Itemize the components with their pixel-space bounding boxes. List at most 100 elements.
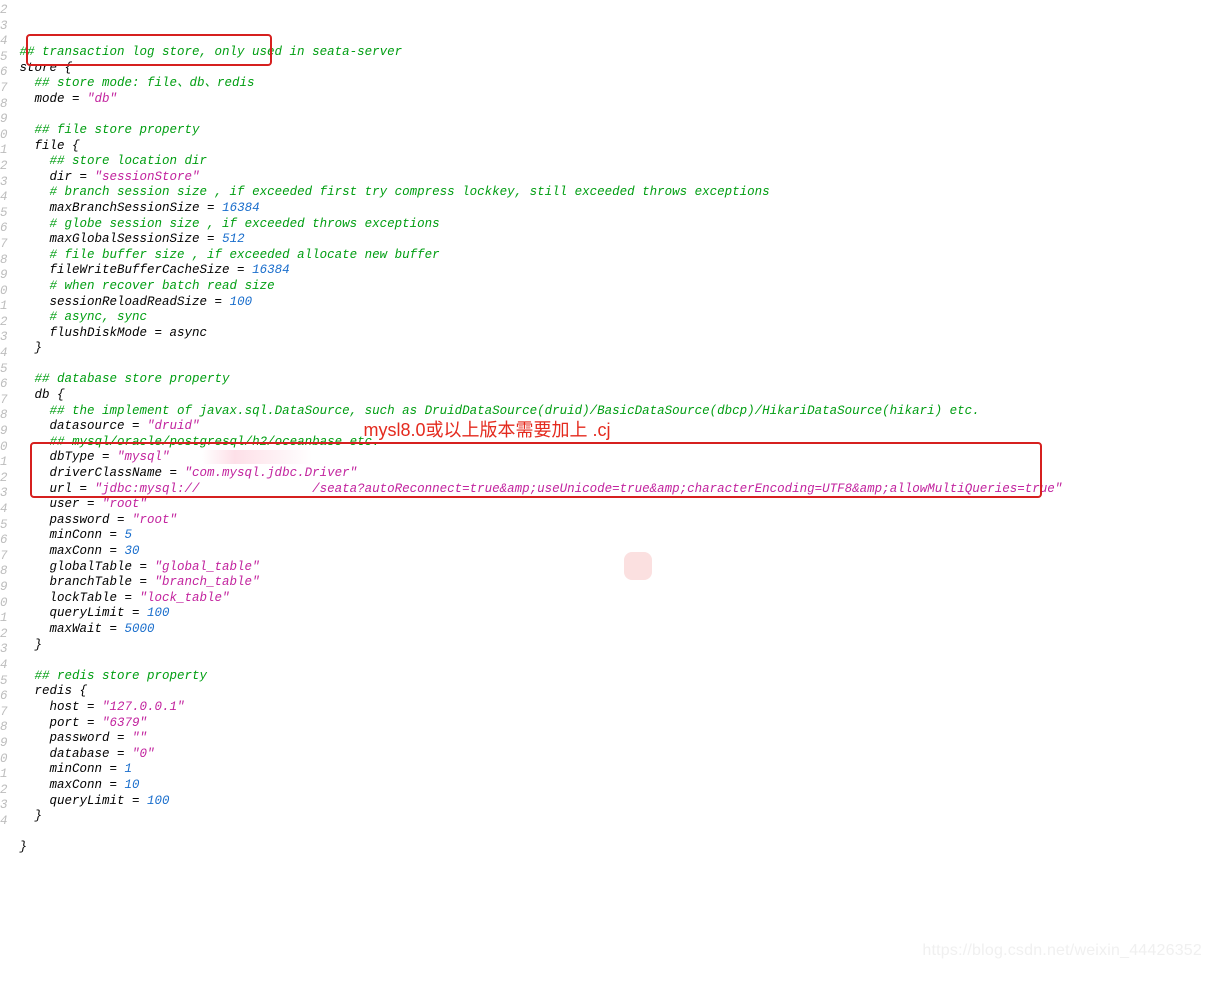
code-line: minConn = 1	[20, 762, 1220, 778]
line-number: 9	[0, 580, 8, 596]
line-number: 5	[0, 206, 8, 222]
code-line: ## file store property	[20, 123, 1220, 139]
code-line: # async, sync	[20, 310, 1220, 326]
line-number: 3	[0, 798, 8, 814]
line-number: 2	[0, 783, 8, 799]
watermark-text: https://blog.csdn.net/weixin_44426352	[922, 942, 1202, 960]
code-line: driverClassName = "com.mysql.jdbc.Driver…	[20, 466, 1220, 482]
line-number: 5	[0, 518, 8, 534]
code-line: }	[20, 809, 1220, 825]
line-number: 2	[0, 159, 8, 175]
code-line: datasource = "druid"	[20, 419, 1220, 435]
code-line: lockTable = "lock_table"	[20, 591, 1220, 607]
code-line: file {	[20, 139, 1220, 155]
code-line: ## the implement of javax.sql.DataSource…	[20, 404, 1220, 420]
code-line: store {	[20, 61, 1220, 77]
code-area[interactable]: ## transaction log store, only used in s…	[12, 0, 1220, 972]
line-number: 5	[0, 362, 8, 378]
line-number: 3	[0, 642, 8, 658]
code-line: maxConn = 10	[20, 778, 1220, 794]
line-number: 8	[0, 408, 8, 424]
line-number: 7	[0, 705, 8, 721]
line-number: 9	[0, 268, 8, 284]
line-number: 8	[0, 97, 8, 113]
line-number: 5	[0, 674, 8, 690]
line-number: 8	[0, 564, 8, 580]
code-line: queryLimit = 100	[20, 606, 1220, 622]
code-line: # globe session size , if exceeded throw…	[20, 217, 1220, 233]
watermark-icon	[624, 552, 652, 580]
code-line: password = "root"	[20, 513, 1220, 529]
line-number: 8	[0, 720, 8, 736]
line-number: 9	[0, 736, 8, 752]
code-line: ## mysql/oracle/postgresql/h2/oceanbase …	[20, 435, 1220, 451]
code-line	[20, 825, 1220, 841]
line-number: 6	[0, 377, 8, 393]
code-line: user = "root"	[20, 497, 1220, 513]
code-line: queryLimit = 100	[20, 794, 1220, 810]
line-number: 2	[0, 3, 8, 19]
code-line: mode = "db"	[20, 92, 1220, 108]
line-number: 3	[0, 19, 8, 35]
code-line: redis {	[20, 684, 1220, 700]
line-number: 0	[0, 284, 8, 300]
code-line: maxConn = 30	[20, 544, 1220, 560]
code-line: maxWait = 5000	[20, 622, 1220, 638]
line-number: 4	[0, 658, 8, 674]
line-number: 6	[0, 533, 8, 549]
line-number: 7	[0, 393, 8, 409]
line-number: 7	[0, 237, 8, 253]
code-line: }	[20, 341, 1220, 357]
line-number: 9	[0, 112, 8, 128]
code-line: password = ""	[20, 731, 1220, 747]
code-line: globalTable = "global_table"	[20, 560, 1220, 576]
code-line: branchTable = "branch_table"	[20, 575, 1220, 591]
line-number: 3	[0, 486, 8, 502]
line-number: 3	[0, 330, 8, 346]
code-viewer: 2345678901234567890123456789012345678901…	[0, 0, 1220, 972]
line-number: 7	[0, 549, 8, 565]
line-number: 2	[0, 627, 8, 643]
line-number: 4	[0, 346, 8, 362]
line-number: 7	[0, 81, 8, 97]
code-line	[20, 653, 1220, 669]
code-line: # file buffer size , if exceeded allocat…	[20, 248, 1220, 264]
line-number: 0	[0, 596, 8, 612]
code-line	[20, 856, 1220, 872]
line-number: 4	[0, 814, 8, 830]
line-number: 6	[0, 689, 8, 705]
line-number: 0	[0, 128, 8, 144]
code-line: db {	[20, 388, 1220, 404]
code-line: minConn = 5	[20, 528, 1220, 544]
line-number: 8	[0, 253, 8, 269]
code-line: flushDiskMode = async	[20, 326, 1220, 342]
code-line: }	[20, 638, 1220, 654]
line-number: 1	[0, 611, 8, 627]
code-line: database = "0"	[20, 747, 1220, 763]
code-line: ## store mode: file、db、redis	[20, 76, 1220, 92]
code-line	[20, 107, 1220, 123]
line-number: 2	[0, 315, 8, 331]
code-line: dir = "sessionStore"	[20, 170, 1220, 186]
code-line: # branch session size , if exceeded firs…	[20, 185, 1220, 201]
line-number: 1	[0, 143, 8, 159]
line-number: 3	[0, 175, 8, 191]
line-number: 6	[0, 221, 8, 237]
code-line: # when recover batch read size	[20, 279, 1220, 295]
redacted-area	[202, 450, 312, 464]
line-number: 1	[0, 455, 8, 471]
code-line: ## database store property	[20, 372, 1220, 388]
code-line	[20, 357, 1220, 373]
line-number: 6	[0, 65, 8, 81]
line-number: 1	[0, 767, 8, 783]
code-line: fileWriteBufferCacheSize = 16384	[20, 263, 1220, 279]
code-line: ## transaction log store, only used in s…	[20, 45, 1220, 61]
code-line: port = "6379"	[20, 716, 1220, 732]
line-number: 9	[0, 424, 8, 440]
code-line: sessionReloadReadSize = 100	[20, 295, 1220, 311]
annotation-text: mysl8.0或以上版本需要加上 .cj	[364, 416, 611, 442]
code-line: dbType = "mysql"	[20, 450, 1220, 466]
code-line: maxGlobalSessionSize = 512	[20, 232, 1220, 248]
code-line: ## redis store property	[20, 669, 1220, 685]
line-number: 0	[0, 752, 8, 768]
